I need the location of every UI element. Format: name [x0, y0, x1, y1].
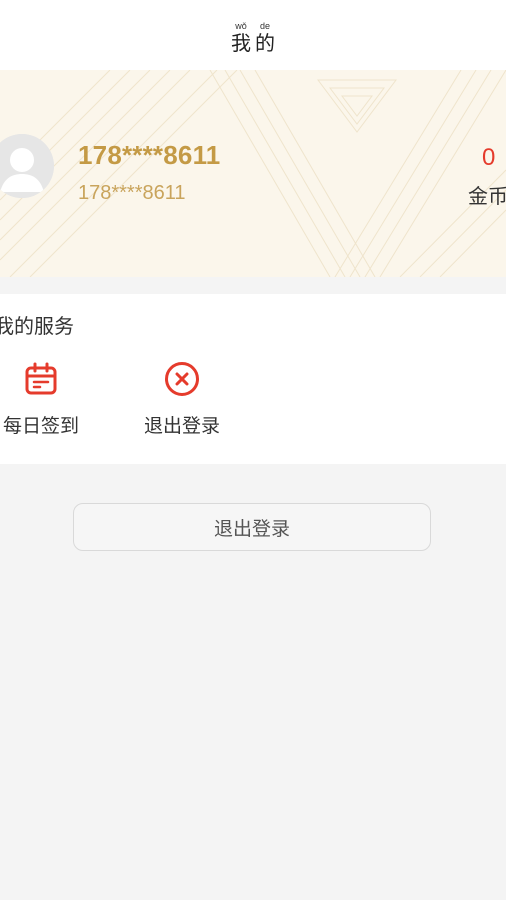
service-label: 每日签到: [2, 415, 79, 437]
profile-banner: 178****8611 178****8611 0 金币: [0, 70, 506, 277]
banner-pattern: [0, 70, 506, 277]
title-char-1: wǒ 我: [231, 20, 251, 55]
title-hanzi-2: 的: [255, 30, 275, 55]
coin-count[interactable]: 0: [482, 144, 495, 172]
logout-button[interactable]: 退出登录: [73, 503, 431, 551]
services-title: 我的服务: [0, 314, 74, 338]
page-title: wǒ 我 de 的: [231, 20, 275, 55]
service-daily-checkin[interactable]: 每日签到: [0, 360, 96, 440]
username: 178****8611: [78, 140, 221, 170]
top-bar: wǒ 我 de 的: [0, 0, 506, 70]
coin-label[interactable]: 金币: [468, 180, 506, 209]
service-logout[interactable]: 退出登录: [127, 360, 237, 440]
title-hanzi-1: 我: [231, 30, 251, 55]
title-pinyin-2: de: [259, 20, 270, 31]
my-services-section: 我的服务 每日签到 退出登录: [0, 294, 506, 464]
calendar-icon: [22, 360, 60, 398]
title-char-2: de 的: [255, 20, 275, 55]
user-phone: 178****8611: [78, 182, 186, 204]
service-label: 退出登录: [143, 415, 220, 437]
close-circle-icon: [163, 360, 201, 398]
title-pinyin-1: wǒ: [235, 20, 247, 31]
